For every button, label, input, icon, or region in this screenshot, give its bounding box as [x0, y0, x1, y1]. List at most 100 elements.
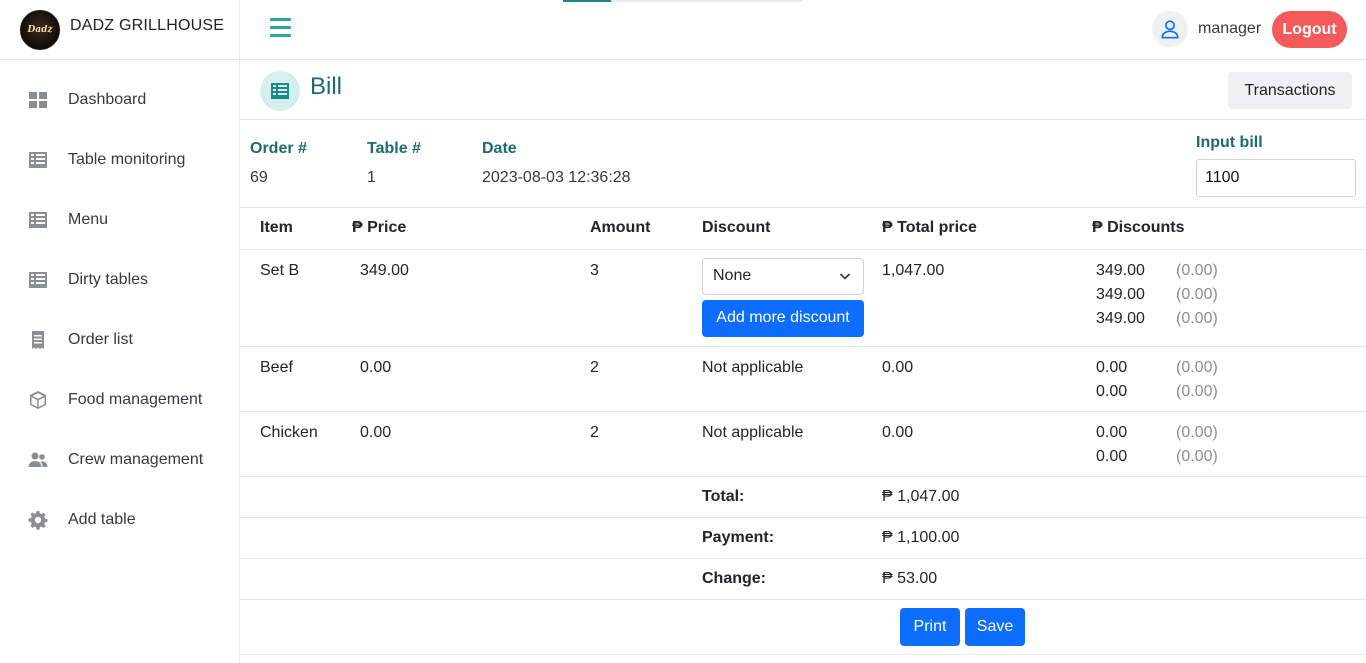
page-title: Bill [310, 73, 343, 100]
sidebar-item-menu[interactable]: Menu [0, 190, 239, 250]
sidebar-item-dashboard[interactable]: Dashboard [0, 70, 239, 130]
column-header-amount: Amount [590, 208, 702, 250]
user-name[interactable]: manager [1198, 20, 1261, 38]
item-amount: 2 [590, 346, 702, 412]
payment-row: Payment: ₱ 1,100.00 [240, 517, 1366, 559]
page-header: Bill Transactions [240, 60, 1366, 120]
discount-line-value: (0.00) [1176, 358, 1218, 376]
transactions-button[interactable]: Transactions [1228, 72, 1352, 109]
brand-logo-text: Dadz [27, 24, 53, 35]
bill-content: Bill Transactions Order # 69 Table # 1 D… [240, 60, 1366, 663]
change-value: ₱ 53.00 [882, 558, 1092, 600]
sidebar-nav: Dashboard Table monitoring Menu Dirty ta… [0, 70, 239, 550]
item-discounts: 0.00 (0.00) 0.00 (0.00) [1092, 346, 1366, 412]
box-icon [28, 390, 48, 410]
item-total-price: 1,047.00 [882, 249, 1092, 347]
brand-logo: Dadz [20, 9, 60, 50]
sidebar-item-label: Menu [68, 211, 109, 228]
item-discounts: 0.00 (0.00) 0.00 (0.00) [1092, 411, 1366, 477]
table-number-label: Table # [367, 140, 421, 157]
payment-label: Payment: [702, 517, 882, 559]
item-discount-cell: None Add more discount [702, 249, 882, 347]
bill-list-icon [260, 71, 300, 111]
total-value: ₱ 1,047.00 [882, 476, 1092, 518]
dashboard-icon [28, 90, 48, 110]
discount-line: 349.00 (0.00) [1096, 286, 1366, 310]
table-list-icon [28, 270, 48, 290]
sidebar-item-dirty-tables[interactable]: Dirty tables [0, 250, 239, 310]
sidebar-item-order-list[interactable]: Order list [0, 310, 239, 370]
discount-line: 0.00 (0.00) [1096, 424, 1366, 448]
sidebar-item-table-monitoring[interactable]: Table monitoring [0, 130, 239, 190]
item-name: Set B [240, 249, 352, 347]
discount-line-value: (0.00) [1176, 285, 1218, 303]
sidebar-item-label: Dashboard [68, 91, 147, 108]
loading-progress-bar [563, 0, 803, 2]
logout-button[interactable]: Logout [1272, 11, 1347, 48]
sidebar-item-label: Order list [68, 331, 133, 348]
column-header-discount: Discount [702, 208, 882, 250]
table-row: Set B 349.00 3 None Add more discount 1,… [240, 249, 1366, 347]
discount-line-value: (0.00) [1176, 382, 1218, 400]
discount-line-amount: 0.00 [1096, 447, 1128, 465]
table-header-row: Item ₱ Price Amount Discount ₱ Total pri… [240, 208, 1366, 250]
column-header-price: ₱ Price [352, 208, 590, 250]
save-button[interactable]: Save [965, 607, 1025, 646]
discount-line-amount: 0.00 [1096, 423, 1128, 441]
discount-line-value: (0.00) [1176, 447, 1218, 465]
item-amount: 3 [590, 249, 702, 347]
item-price: 349.00 [352, 249, 590, 347]
discount-line: 349.00 (0.00) [1096, 310, 1366, 334]
item-discount: Not applicable [702, 411, 882, 477]
sidebar-item-add-table[interactable]: Add table [0, 490, 239, 550]
discount-line: 0.00 (0.00) [1096, 383, 1366, 407]
add-more-discount-button[interactable]: Add more discount [702, 299, 864, 337]
user-avatar[interactable] [1152, 11, 1188, 47]
discount-line-amount: 349.00 [1096, 309, 1145, 327]
table-number-value: 1 [367, 169, 376, 186]
sidebar-item-food-management[interactable]: Food management [0, 370, 239, 430]
hamburger-menu-icon[interactable] [270, 18, 294, 42]
item-price: 0.00 [352, 411, 590, 477]
input-bill-label: Input bill [1196, 134, 1263, 151]
discount-select-value: None [713, 267, 752, 284]
table-row: Chicken 0.00 2 Not applicable 0.00 0.00 (… [240, 411, 1366, 477]
discount-line: 0.00 (0.00) [1096, 359, 1366, 383]
discount-select[interactable]: None [702, 257, 864, 295]
bill-actions: Print Save [240, 600, 1366, 655]
sidebar-item-label: Food management [68, 391, 203, 408]
brand[interactable]: Dadz DADZ GRILLHOUSE [0, 0, 239, 60]
discount-line-amount: 349.00 [1096, 285, 1145, 303]
item-total-price: 0.00 [882, 346, 1092, 412]
sidebar-item-label: Add table [68, 511, 136, 528]
date-label: Date [482, 140, 517, 157]
column-header-item: Item [240, 208, 352, 250]
sidebar-item-crew-management[interactable]: Crew management [0, 430, 239, 490]
item-name: Beef [240, 346, 352, 412]
table-list-icon [28, 150, 48, 170]
receipt-icon [28, 330, 48, 350]
sidebar-item-label: Table monitoring [68, 151, 186, 168]
top-bar: manager Logout [240, 0, 1366, 60]
discount-line: 349.00 (0.00) [1096, 262, 1366, 286]
item-price: 0.00 [352, 346, 590, 412]
bill-table: Item ₱ Price Amount Discount ₱ Total pri… [240, 208, 1366, 600]
discount-line-amount: 349.00 [1096, 261, 1145, 279]
brand-name: DADZ GRILLHOUSE [70, 16, 225, 34]
print-button[interactable]: Print [900, 607, 960, 646]
loading-progress-fill [563, 0, 611, 2]
change-row: Change: ₱ 53.00 [240, 558, 1366, 600]
total-row: Total: ₱ 1,047.00 [240, 476, 1366, 518]
user-icon [1161, 20, 1179, 39]
sidebar-item-label: Dirty tables [68, 271, 149, 288]
item-amount: 2 [590, 411, 702, 477]
order-info: Order # 69 Table # 1 Date 2023-08-03 12:… [240, 120, 1366, 208]
payment-value: ₱ 1,100.00 [882, 517, 1092, 559]
gear-icon [28, 510, 48, 530]
discount-line-value: (0.00) [1176, 423, 1218, 441]
discount-line-amount: 0.00 [1096, 382, 1128, 400]
item-total-price: 0.00 [882, 411, 1092, 477]
discount-line-amount: 0.00 [1096, 358, 1128, 376]
input-bill-field[interactable] [1196, 159, 1356, 197]
column-header-total-price: ₱ Total price [882, 208, 1092, 250]
